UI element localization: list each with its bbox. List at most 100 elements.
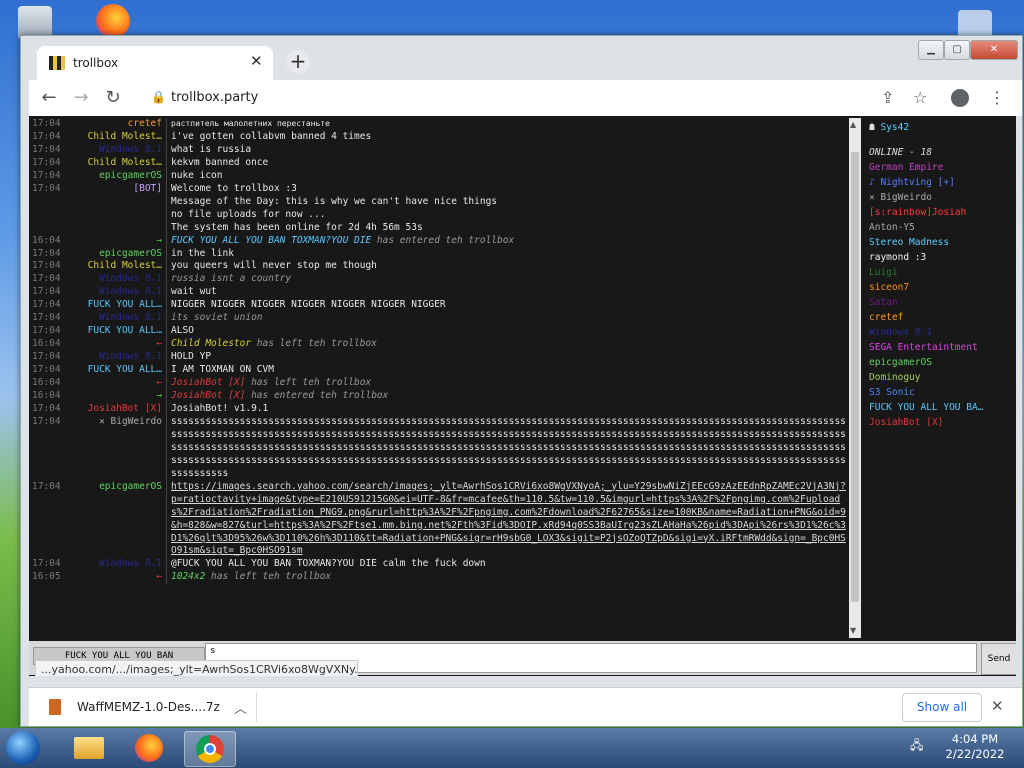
bookmark-star-icon[interactable]: ☆ xyxy=(913,88,927,107)
message-nick[interactable]: Windows 8.1 xyxy=(68,558,166,571)
download-bar: WaffMEMZ-1.0-Des....7z ︿ Show all ✕ xyxy=(29,687,1022,726)
message-text: no file uploads for now ... xyxy=(166,208,847,222)
close-window-button[interactable]: ✕ xyxy=(970,40,1018,60)
chat-log[interactable]: 17:04 cretef растлитель малолетних переста… xyxy=(29,118,847,638)
network-tray-icon[interactable]: 🖧 xyxy=(910,736,923,757)
online-user[interactable]: siceon7 xyxy=(869,280,1016,295)
message-text: растлитель малолетних перестаньте xyxy=(166,118,847,131)
menu-kebab-icon[interactable]: ⋮ xyxy=(989,88,1005,107)
message-text: Child Molestor has left teh trollbox xyxy=(166,338,847,352)
forward-arrow-icon[interactable]: → xyxy=(69,86,93,110)
share-icon[interactable]: ⇪ xyxy=(881,88,894,107)
show-all-button[interactable]: Show all xyxy=(902,693,982,722)
taskbar-clock[interactable]: 4:04 PM 2/22/2022 xyxy=(940,732,1010,762)
message-text: wait wut xyxy=(166,286,847,300)
chat-message-row: 17:04 JosiahBot [X] JosiahBot! v1.9.1 xyxy=(29,402,847,416)
message-nick[interactable]: ← xyxy=(68,338,166,351)
message-nick[interactable]: Windows 8.1 xyxy=(68,312,166,325)
firefox-desktop-icon[interactable] xyxy=(96,4,130,38)
message-nick[interactable]: Child Molest… xyxy=(68,260,166,273)
message-nick[interactable]: FUCK YOU ALL… xyxy=(68,325,166,338)
online-count: ONLINE - 18 xyxy=(869,147,932,158)
online-user[interactable]: Satan xyxy=(869,295,1016,310)
message-nick[interactable]: → xyxy=(68,390,166,403)
taskbar-firefox[interactable] xyxy=(124,731,174,765)
message-text: what is russia xyxy=(166,143,847,157)
online-user[interactable]: ✕ BigWeirdo xyxy=(869,190,1016,205)
online-user[interactable]: Dominoguy xyxy=(869,370,1016,385)
taskbar-chrome[interactable] xyxy=(184,731,236,767)
message-nick[interactable]: Child Molest… xyxy=(68,157,166,170)
start-button[interactable] xyxy=(6,731,40,765)
minimize-button[interactable]: ▁ xyxy=(918,40,944,60)
message-nick[interactable]: Windows 8.1 xyxy=(68,144,166,157)
send-button[interactable]: Send xyxy=(981,643,1016,675)
message-link[interactable]: https://images.search.yahoo.com/search/i… xyxy=(166,480,847,559)
event-nick: JosiahBot [X] xyxy=(171,377,246,389)
back-arrow-icon[interactable]: ← xyxy=(37,86,61,110)
message-timestamp: 17:04 xyxy=(32,247,61,259)
address-bar[interactable]: 🔒 trollbox.party xyxy=(147,83,887,113)
lock-icon[interactable]: 🔒 xyxy=(151,90,166,104)
online-user[interactable]: cretef xyxy=(869,310,1016,325)
url-text[interactable]: trollbox.party xyxy=(171,90,258,105)
message-nick[interactable]: Windows 8.1 xyxy=(68,286,166,299)
online-user[interactable]: Windows 8.1 xyxy=(869,325,1016,340)
online-user[interactable]: Stereo Madness xyxy=(869,235,1016,250)
message-nick[interactable]: ← xyxy=(68,571,166,584)
message-nick[interactable] xyxy=(68,196,166,209)
message-nick[interactable]: ✕ BigWeirdo xyxy=(68,416,166,481)
event-text: has left teh trollbox xyxy=(251,338,377,350)
online-user[interactable]: S3 Sonic xyxy=(869,385,1016,400)
message-text: you queers will never stop me though xyxy=(166,260,847,274)
tab-trollbox[interactable]: trollbox ✕ xyxy=(37,46,273,80)
current-user-name: Sys42 xyxy=(880,122,910,133)
message-nick[interactable]: ← xyxy=(68,377,166,390)
download-filename[interactable]: WaffMEMZ-1.0-Des....7z xyxy=(77,700,220,714)
chat-message-row: 17:04 Windows 8.1 russia isnt a country xyxy=(29,273,847,287)
message-nick[interactable]: Windows 8.1 xyxy=(68,351,166,364)
reload-icon[interactable]: ↻ xyxy=(101,86,125,110)
message-nick[interactable]: [BOT] xyxy=(68,183,166,196)
event-nick: Child Molestor xyxy=(171,338,252,350)
message-nick[interactable]: epicgamerOS xyxy=(68,170,166,183)
online-user[interactable]: epicgamerOS xyxy=(869,355,1016,370)
message-nick[interactable]: JosiahBot [X] xyxy=(68,403,166,416)
message-nick[interactable]: cretef xyxy=(68,118,166,131)
tab-close-icon[interactable]: ✕ xyxy=(250,52,263,70)
message-nick[interactable]: epicgamerOS xyxy=(68,481,166,559)
message-nick[interactable] xyxy=(68,209,166,222)
message-nick[interactable]: Child Molest… xyxy=(68,131,166,144)
scroll-up-icon[interactable]: ▲ xyxy=(850,120,856,129)
online-user[interactable]: raymond :3 xyxy=(869,250,1016,265)
chevron-up-icon[interactable]: ︿ xyxy=(234,698,247,717)
chat-scrollbar[interactable]: ▲ ▼ xyxy=(849,118,861,638)
profile-avatar-icon[interactable] xyxy=(951,89,969,107)
message-nick[interactable]: epicgamerOS xyxy=(68,248,166,261)
folder-icon xyxy=(74,737,104,759)
current-user[interactable]: ☗ Sys42 xyxy=(869,120,1016,135)
online-user[interactable]: Anton-Y5 xyxy=(869,220,1016,235)
scroll-thumb[interactable] xyxy=(851,152,859,602)
scroll-down-icon[interactable]: ▼ xyxy=(850,626,856,635)
message-nick[interactable]: → xyxy=(68,235,166,248)
new-tab-button[interactable]: + xyxy=(286,50,310,74)
chat-message-row: The system has been online for 2d 4h 56m… xyxy=(29,221,847,235)
online-user[interactable]: FUCK YOU ALL YOU BA… xyxy=(869,400,1016,415)
chat-message-row: 17:04 epicgamerOS nuke icon xyxy=(29,169,847,183)
message-nick[interactable]: FUCK YOU ALL… xyxy=(68,364,166,377)
message-timestamp: 17:04 xyxy=(32,169,61,181)
online-user[interactable]: ♪ Nightving [+] xyxy=(869,175,1016,190)
online-user[interactable]: JosiahBot [X] xyxy=(869,415,1016,430)
online-user[interactable]: [s:rainbow]Josiah xyxy=(869,205,1016,220)
maximize-button[interactable]: ▢ xyxy=(944,40,970,60)
online-user[interactable]: Luigi xyxy=(869,265,1016,280)
message-nick[interactable]: FUCK YOU ALL… xyxy=(68,299,166,312)
taskbar-explorer[interactable] xyxy=(64,731,114,765)
event-text: has entered teh trollbox xyxy=(371,234,515,246)
online-user[interactable]: German Empire xyxy=(869,160,1016,175)
close-download-bar-icon[interactable]: ✕ xyxy=(991,697,1004,715)
message-nick[interactable]: Windows 8.1 xyxy=(68,273,166,286)
message-nick[interactable] xyxy=(68,222,166,235)
online-user[interactable]: SEGA Entertaintment xyxy=(869,340,1016,355)
